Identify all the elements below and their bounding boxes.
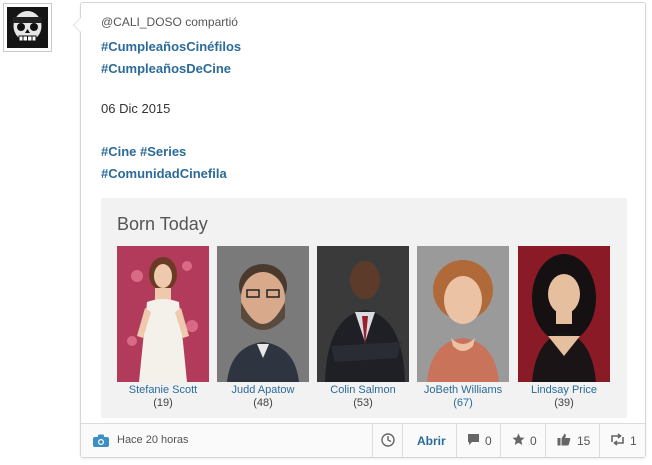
- person-age: (19): [153, 397, 173, 409]
- person-photo: [518, 246, 610, 382]
- username-link[interactable]: @CALI_DOSO: [101, 15, 182, 29]
- star-button[interactable]: 0: [500, 424, 545, 457]
- skull-avatar-image: [7, 7, 48, 48]
- person-photo: [217, 246, 309, 382]
- open-label: Abrir: [417, 434, 446, 448]
- person-photo: [117, 246, 209, 382]
- share-count: 1: [630, 434, 637, 448]
- like-button[interactable]: 15: [545, 424, 599, 457]
- person-name[interactable]: Stefanie Scott: [117, 384, 209, 397]
- retweet-icon: [610, 433, 625, 449]
- born-today-title: Born Today: [117, 214, 208, 234]
- clock-button[interactable]: [372, 424, 402, 457]
- person-name[interactable]: JoBeth Williams (67): [417, 384, 509, 410]
- share-button[interactable]: 1: [599, 424, 645, 457]
- user-avatar[interactable]: [3, 3, 52, 52]
- star-icon: [512, 433, 525, 449]
- clock-icon: [381, 433, 395, 450]
- person-card: JoBeth Williams (67): [417, 246, 509, 410]
- shared-line: @CALI_DOSO compartió: [101, 15, 238, 29]
- hashtag-cine-series[interactable]: #Cine #Series: [101, 144, 186, 159]
- card-pointer: [73, 17, 81, 33]
- comment-button[interactable]: 0: [456, 424, 500, 457]
- person-name[interactable]: Judd Apatow: [217, 384, 309, 397]
- person-name[interactable]: Lindsay Price: [518, 384, 610, 397]
- person-photo: [417, 246, 509, 382]
- person-age: (39): [554, 397, 574, 409]
- post-card: @CALI_DOSO compartió #CumpleañosCinéfilo…: [73, 2, 646, 458]
- comment-icon: [467, 433, 480, 449]
- person-age: (48): [253, 397, 273, 409]
- hashtag-comunidad-cinefila[interactable]: #ComunidadCinefila: [101, 166, 227, 181]
- post-time: Hace 20 horas: [117, 434, 189, 446]
- person-card: Judd Apatow (48): [217, 246, 309, 410]
- camera-icon: [93, 434, 109, 452]
- hashtag-cumpleanos-de-cine[interactable]: #CumpleañosDeCine: [101, 61, 231, 76]
- person-card: Stefanie Scott (19): [117, 246, 209, 410]
- post-date: 06 Dic 2015: [101, 101, 171, 116]
- like-count: 15: [577, 434, 591, 448]
- person-photo: [317, 246, 409, 382]
- hashtag-cumpleanos-cinefilos[interactable]: #CumpleañosCinéfilos: [101, 39, 241, 54]
- shared-verb: compartió: [185, 15, 238, 29]
- post-footer: Hace 20 horas Abrir 0 0 15 1: [81, 423, 645, 457]
- person-card: Lindsay Price (39): [518, 246, 610, 410]
- star-count: 0: [530, 434, 537, 448]
- thumbs-up-icon: [557, 433, 571, 449]
- comment-count: 0: [485, 434, 492, 448]
- born-today-image[interactable]: Born Today Stefanie Scott (19) Judd Apat…: [101, 198, 627, 418]
- person-name[interactable]: Colin Salmon: [317, 384, 409, 397]
- person-card: Colin Salmon (53): [317, 246, 409, 410]
- person-age: (53): [353, 397, 373, 409]
- open-button[interactable]: Abrir: [402, 424, 456, 457]
